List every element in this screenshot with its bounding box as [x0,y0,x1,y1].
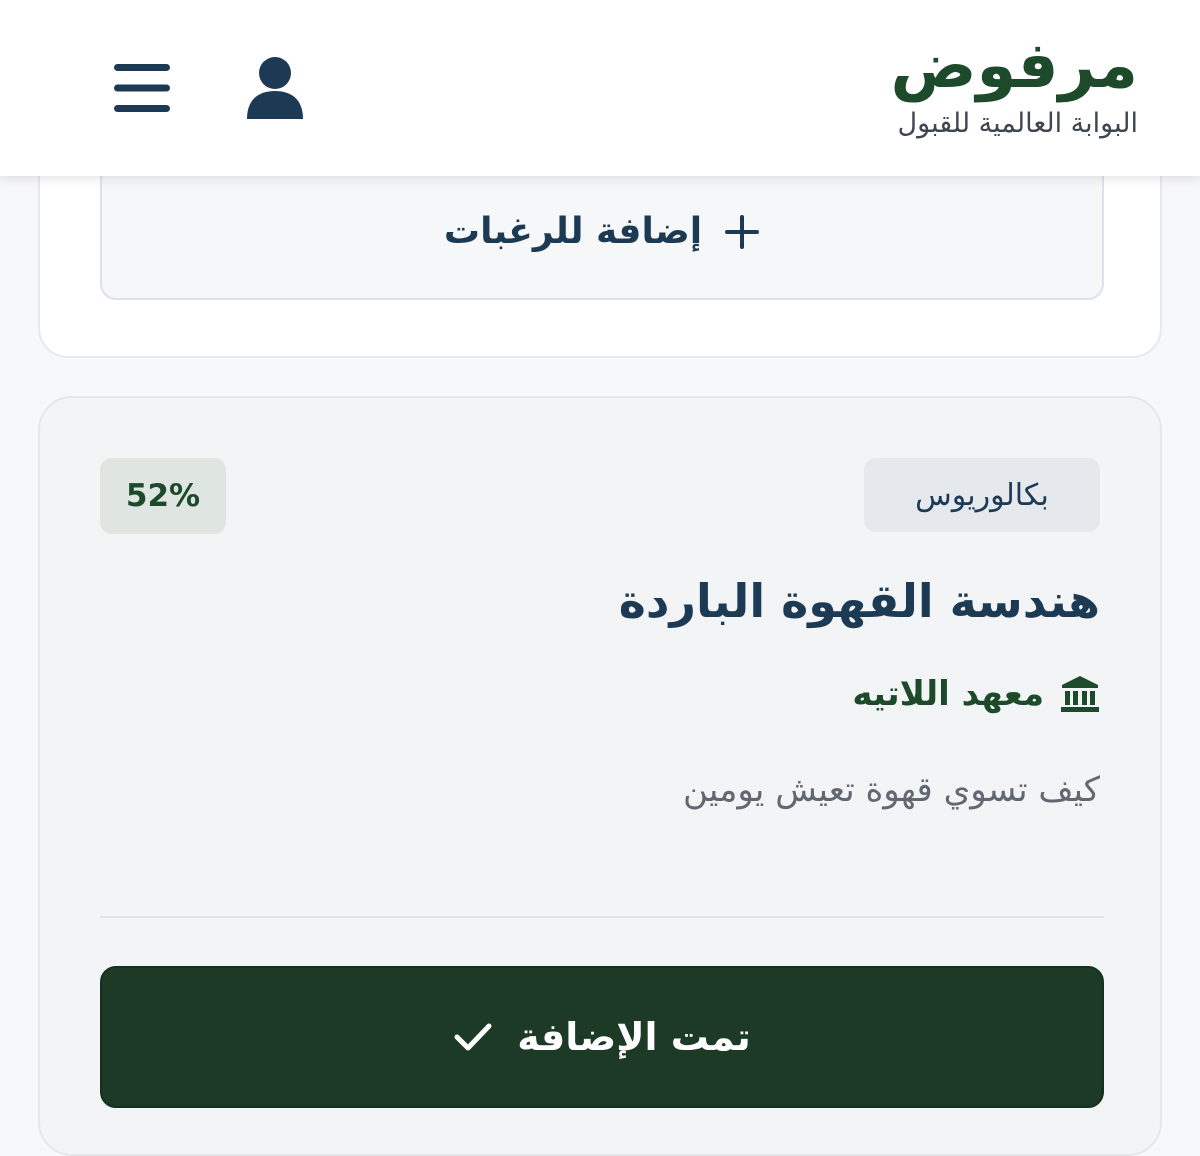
checkmark-icon [454,1023,492,1051]
program-card: بكالوريوس 52% هندسة القهوة الباردة معهد … [38,396,1162,1156]
institution-building-icon [1061,676,1099,712]
institution-name: معهد اللاتيه [852,674,1044,714]
institution-row: معهد اللاتيه [852,674,1100,714]
menu-button[interactable] [102,48,182,128]
hamburger-menu-icon [114,64,170,112]
match-percent-badge: 52% [100,458,226,534]
added-confirmation-button[interactable]: تمت الإضافة [100,966,1104,1108]
add-to-wishlist-button[interactable]: إضافة للرغبات [100,162,1104,300]
brand-title: مرفوض [890,29,1138,103]
plus-icon [725,214,760,249]
add-to-wishlist-label: إضافة للرغبات [443,211,703,252]
user-profile-icon [247,57,303,119]
program-title: هندسة القهوة الباردة [618,574,1100,628]
user-profile-button[interactable] [235,48,315,128]
added-label: تمت الإضافة [517,1015,751,1059]
degree-badge: بكالوريوس [864,458,1100,532]
divider [100,916,1104,918]
program-description: كيف تسوي قهوة تعيش يومين [683,770,1100,810]
brand[interactable]: مرفوض البوابة العالمية للقبول [890,30,1138,144]
brand-subtitle: البوابة العالمية للقبول [897,108,1138,139]
app-header: مرفوض البوابة العالمية للقبول [0,0,1200,176]
